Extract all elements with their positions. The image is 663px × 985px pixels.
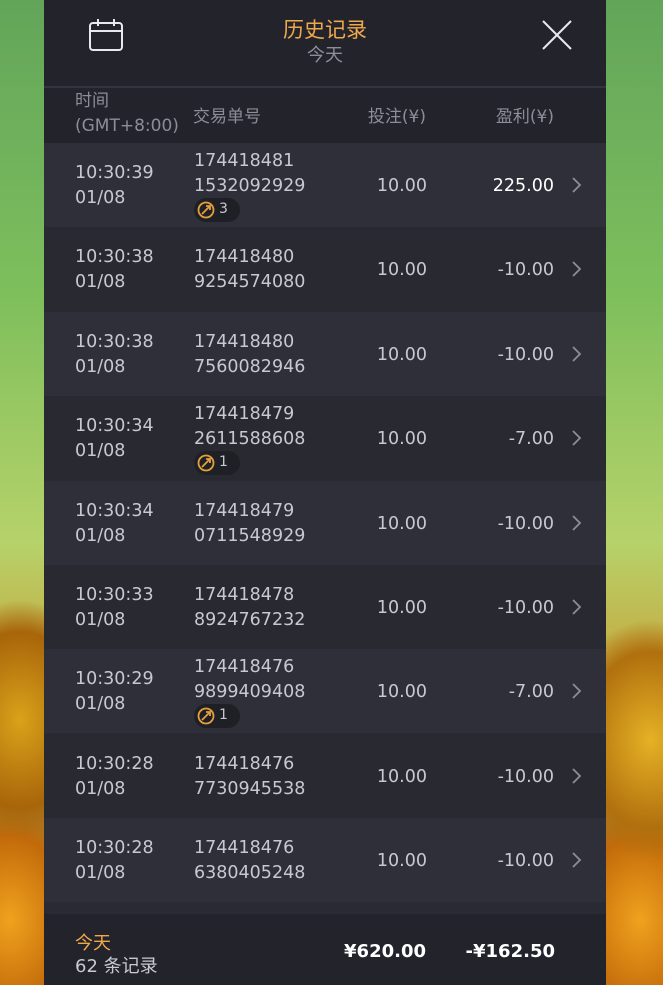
row-profit: -7.00 xyxy=(508,682,554,702)
history-panel: 历史记录 今天 时间 (GMT+8:00) 交易单号 投注(¥) 盈利(¥) 1… xyxy=(44,0,606,985)
free-spin-icon xyxy=(197,201,215,219)
row-bet: 10.00 xyxy=(376,598,427,618)
row-profit: -7.00 xyxy=(508,429,554,449)
row-transaction-id-part1: 174418478 xyxy=(194,585,295,605)
row-bet: 10.00 xyxy=(376,851,427,871)
chevron-right-icon[interactable] xyxy=(570,345,582,363)
row-date: 01/08 xyxy=(75,610,126,630)
table-row[interactable]: 10:30:33 01/08 174418478 8924767232 10.00 -10… xyxy=(44,565,606,649)
row-profit: 225.00 xyxy=(492,176,554,196)
page-subtitle: 今天 xyxy=(307,45,343,66)
column-time-label: 时间 xyxy=(75,91,109,111)
row-date: 01/08 xyxy=(75,779,126,799)
column-header: 时间 (GMT+8:00) 交易单号 投注(¥) 盈利(¥) xyxy=(44,88,606,143)
table-row[interactable]: 10:30:39 01/08 174418481 1532092929 10.00 225… xyxy=(44,143,606,227)
row-transaction-id-part2: 1532092929 xyxy=(194,176,306,196)
chevron-right-icon[interactable] xyxy=(570,682,582,700)
row-transaction-id-part1: 174418479 xyxy=(194,404,295,424)
table-row[interactable]: 10:30:38 01/08 174418480 7560082946 10.00 -10… xyxy=(44,312,606,396)
close-icon[interactable] xyxy=(539,17,575,53)
row-bet: 10.00 xyxy=(376,682,427,702)
row-bet: 10.00 xyxy=(376,260,427,280)
column-transaction-id: 交易单号 xyxy=(193,107,261,127)
table-row[interactable]: 10:30:34 01/08 174418479 0711548929 10.00 -10… xyxy=(44,481,606,565)
row-date: 01/08 xyxy=(75,188,126,208)
row-transaction-id-part1: 174418479 xyxy=(194,501,295,521)
row-transaction-id-part2: 7560082946 xyxy=(194,357,306,377)
row-profit: -10.00 xyxy=(497,260,554,280)
chevron-right-icon[interactable] xyxy=(570,514,582,532)
row-transaction-id-part2: 9254574080 xyxy=(194,272,306,292)
summary-footer: 今天 62 条记录 ¥620.00 -¥162.50 xyxy=(44,914,606,985)
chevron-right-icon[interactable] xyxy=(570,429,582,447)
row-time: 10:30:38 xyxy=(75,247,154,267)
row-bet: 10.00 xyxy=(376,176,427,196)
row-transaction-id-part2: 7730945538 xyxy=(194,779,306,799)
row-time: 10:30:34 xyxy=(75,416,154,436)
row-time: 10:30:34 xyxy=(75,501,154,521)
row-transaction-id-part1: 174418481 xyxy=(194,151,295,171)
row-profit: -10.00 xyxy=(497,767,554,787)
table-row[interactable]: 10:30:28 01/08 174418476 7730945538 10.00 -10… xyxy=(44,734,606,818)
chevron-right-icon[interactable] xyxy=(570,851,582,869)
chevron-right-icon[interactable] xyxy=(570,767,582,785)
header-bar: 历史记录 今天 xyxy=(44,0,606,88)
chevron-right-icon[interactable] xyxy=(570,598,582,616)
row-profit: -10.00 xyxy=(497,598,554,618)
free-spin-badge: 1 xyxy=(194,451,240,475)
row-transaction-id-part1: 174418480 xyxy=(194,332,295,352)
free-spin-count: 1 xyxy=(219,707,228,723)
row-date: 01/08 xyxy=(75,694,126,714)
column-time: 时间 (GMT+8:00) xyxy=(75,89,179,139)
row-date: 01/08 xyxy=(75,526,126,546)
row-transaction-id-part2: 6380405248 xyxy=(194,863,306,883)
summary-total-bet: ¥620.00 xyxy=(344,941,426,962)
column-time-zone: (GMT+8:00) xyxy=(75,116,179,136)
row-transaction-id-part1: 174418476 xyxy=(194,838,295,858)
row-date: 01/08 xyxy=(75,272,126,292)
free-spin-count: 1 xyxy=(219,454,228,470)
table-row[interactable]: 10:30:29 01/08 174418476 9899409408 10.00 -7.… xyxy=(44,649,606,733)
row-profit: -10.00 xyxy=(497,514,554,534)
summary-total-profit: -¥162.50 xyxy=(465,941,555,962)
row-profit: -10.00 xyxy=(497,345,554,365)
page-title: 历史记录 xyxy=(283,18,367,42)
row-date: 01/08 xyxy=(75,863,126,883)
free-spin-badge: 3 xyxy=(194,198,240,222)
row-transaction-id-part2: 0711548929 xyxy=(194,526,306,546)
free-spin-badge: 1 xyxy=(194,704,240,728)
row-transaction-id-part1: 174418476 xyxy=(194,754,295,774)
table-row[interactable]: 10:30:34 01/08 174418479 2611588608 10.00 -7.… xyxy=(44,396,606,480)
summary-count: 62 条记录 xyxy=(75,956,158,977)
table-row[interactable]: 10:30:38 01/08 174418480 9254574080 10.00 -10… xyxy=(44,227,606,311)
row-transaction-id-part1: 174418480 xyxy=(194,247,295,267)
row-time: 10:30:28 xyxy=(75,838,154,858)
free-spin-icon xyxy=(197,707,215,725)
column-bet: 投注(¥) xyxy=(367,107,426,127)
chevron-right-icon[interactable] xyxy=(570,260,582,278)
row-profit: -10.00 xyxy=(497,851,554,871)
free-spin-count: 3 xyxy=(219,201,228,217)
row-bet: 10.00 xyxy=(376,514,427,534)
row-transaction-id-part2: 9899409408 xyxy=(194,682,306,702)
column-profit: 盈利(¥) xyxy=(495,107,554,127)
row-transaction-id-part1: 174418476 xyxy=(194,657,295,677)
row-time: 10:30:29 xyxy=(75,669,154,689)
row-transaction-id-part2: 2611588608 xyxy=(194,429,306,449)
chevron-right-icon[interactable] xyxy=(570,176,582,194)
row-time: 10:30:39 xyxy=(75,163,154,183)
table-row[interactable]: 10:30:28 01/08 174418476 6380405248 10.00 -10… xyxy=(44,818,606,902)
row-date: 01/08 xyxy=(75,441,126,461)
row-transaction-id-part2: 8924767232 xyxy=(194,610,306,630)
row-bet: 10.00 xyxy=(376,345,427,365)
row-time: 10:30:28 xyxy=(75,754,154,774)
row-time: 10:30:33 xyxy=(75,585,154,605)
row-bet: 10.00 xyxy=(376,767,427,787)
row-time: 10:30:38 xyxy=(75,332,154,352)
free-spin-icon xyxy=(197,454,215,472)
row-date: 01/08 xyxy=(75,357,126,377)
row-bet: 10.00 xyxy=(376,429,427,449)
